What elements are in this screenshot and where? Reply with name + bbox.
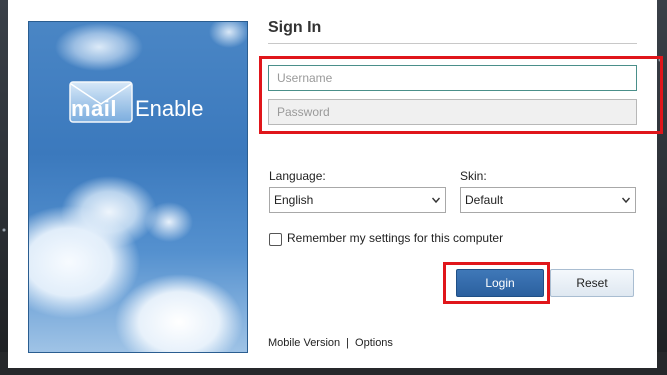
chevron-down-icon	[432, 197, 440, 204]
remember-label[interactable]: Remember my settings for this computer	[287, 231, 503, 245]
skin-selected-value: Default	[465, 193, 504, 207]
login-highlight	[443, 262, 550, 304]
footer-separator: |	[346, 337, 350, 349]
mailenable-logo: mail Enable	[69, 74, 204, 124]
chevron-down-icon	[622, 197, 630, 204]
language-select[interactable]: English	[269, 187, 446, 213]
language-selected-value: English	[274, 193, 314, 207]
logo-mail-text: mail	[71, 96, 118, 121]
options-link[interactable]: Options	[355, 337, 393, 349]
credentials-highlight	[259, 56, 663, 134]
login-dialog: mail Enable Sign In Language: Skin: Engl…	[8, 0, 663, 368]
title-divider	[268, 43, 637, 44]
footer-links: Mobile Version | Options	[268, 337, 393, 349]
logo-enable-text: Enable	[135, 96, 204, 121]
remember-checkbox[interactable]	[269, 233, 282, 246]
reset-button[interactable]: Reset	[550, 269, 634, 297]
skin-select[interactable]: Default	[460, 187, 636, 213]
page-title: Sign In	[268, 19, 322, 36]
skin-label: Skin:	[460, 169, 487, 183]
mobile-version-link[interactable]: Mobile Version	[268, 337, 340, 349]
language-label: Language:	[269, 169, 326, 183]
sky-hero-image: mail Enable	[28, 21, 248, 353]
envelope-icon: mail	[69, 80, 133, 124]
